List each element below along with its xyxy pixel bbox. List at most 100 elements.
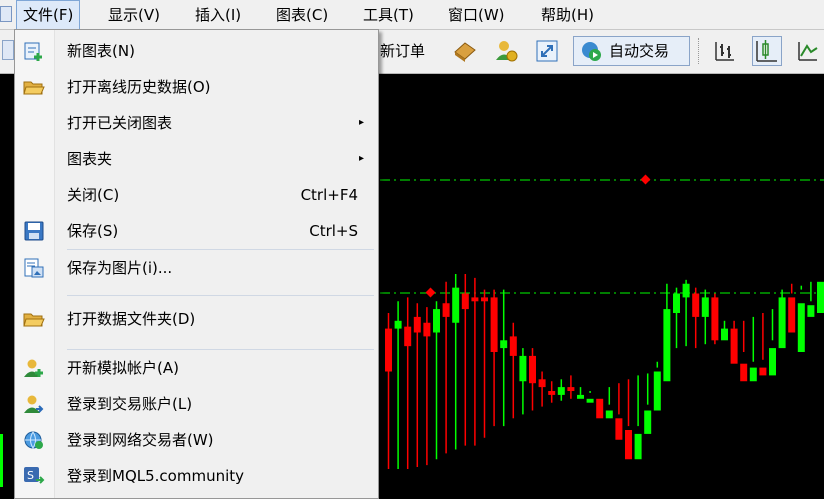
candle-body [557, 387, 565, 395]
candle-body [605, 410, 613, 419]
auto-trading-label: 自动交易 [609, 42, 670, 60]
candle-body [788, 297, 796, 333]
candle-body [749, 367, 757, 382]
candle-body [404, 326, 412, 347]
menu-item-open-data-folder[interactable]: 打开数据文件夹(D) [15, 301, 378, 337]
candle-body [433, 309, 440, 333]
metaeditor-icon[interactable] [452, 38, 478, 64]
candle-body [653, 371, 661, 411]
menu-item-label: 关闭(C) [67, 186, 120, 204]
candle-body [682, 283, 690, 298]
candle-body [538, 379, 546, 388]
menu-item-login-trade-account[interactable]: 登录到交易账户(L) [15, 386, 378, 422]
candle-body [692, 293, 700, 317]
menu-file[interactable]: 文件(F) [16, 0, 81, 30]
candle-body [797, 303, 805, 352]
menu-item-open-closed-charts[interactable]: 打开已关闭图表 ▸ [15, 105, 378, 141]
menu-item-close[interactable]: 关闭(C) Ctrl+F4 [15, 177, 378, 213]
menu-help[interactable]: 帮助(H) [541, 0, 594, 30]
menu-insert[interactable]: 插入(I) [195, 0, 241, 30]
candle-body [634, 433, 642, 460]
candle-body [625, 430, 632, 460]
candle-body [509, 336, 517, 356]
candle-body [596, 398, 604, 419]
candle-body [490, 297, 498, 352]
mql5-icon: S [24, 467, 45, 484]
candle-body [740, 363, 748, 382]
menu-item-save-as-picture[interactable]: 保存为图片(i)... [15, 250, 378, 286]
menu-item-label: 保存为图片(i)... [67, 259, 173, 277]
menu-item-label: 登录到交易账户(L) [67, 395, 193, 413]
users-gear-icon[interactable] [493, 38, 519, 64]
candle-body [461, 293, 469, 310]
candle-body [567, 387, 575, 391]
candle-body [730, 328, 738, 364]
candle-body [413, 316, 421, 333]
menu-bar: 文件(F) 显示(V) 插入(I) 图表(C) 工具(T) 窗口(W) 帮助(H… [0, 0, 824, 30]
candle-body [577, 394, 584, 399]
fullscreen-icon[interactable] [535, 39, 559, 63]
menu-item-profiles[interactable]: 图表夹 ▸ [15, 141, 378, 177]
auto-trading-button[interactable]: 自动交易 [573, 36, 690, 66]
app-window-icon[interactable] [0, 6, 12, 22]
candle-body [442, 303, 450, 317]
candle-body [644, 410, 652, 434]
menu-item-save[interactable]: 保存(S) Ctrl+S [15, 213, 378, 249]
candle-body [663, 309, 671, 382]
candle-body [471, 297, 479, 302]
menu-tools[interactable]: 工具(T) [363, 0, 414, 30]
candle-body [721, 328, 728, 341]
candle-body [769, 348, 776, 376]
menu-item-new-chart[interactable]: 新图表(N) [15, 33, 378, 69]
add-user-icon [24, 359, 43, 377]
menu-item-label: 保存(S) [67, 222, 119, 240]
candle-body [394, 320, 402, 329]
menu-item-open-demo-account[interactable]: 开新模拟帐户(A) [15, 350, 378, 386]
new-chart-button[interactable] [2, 40, 14, 60]
candle-body [481, 297, 488, 302]
menu-view[interactable]: 显示(V) [108, 0, 160, 30]
menu-item-login-web-trader[interactable]: 登录到网络交易者(W) [15, 422, 378, 458]
line-chart-icon[interactable] [795, 38, 821, 64]
bar-chart-icon[interactable] [712, 38, 738, 64]
menu-window[interactable]: 窗口(W) [448, 0, 505, 30]
candle-body [452, 287, 460, 323]
new-chart-icon [24, 42, 42, 61]
web-login-icon [24, 431, 43, 449]
candle-body [759, 367, 767, 376]
candle-body [778, 297, 786, 349]
menu-item-label: 图表夹 [67, 150, 113, 168]
menu-item-label: 打开离线历史数据(O) [67, 78, 211, 96]
login-user-icon [24, 395, 44, 413]
new-order-button[interactable]: 新订单 [380, 40, 425, 62]
floppy-disk-icon [24, 221, 44, 241]
file-dropdown-menu: 新图表(N) 打开离线历史数据(O) 打开已关闭图表 ▸ 图表夹 ▸ 关闭(C)… [14, 29, 379, 499]
candle-body [701, 297, 709, 317]
folder-icon [23, 313, 45, 327]
candle-body [807, 305, 815, 317]
menu-item-shortcut: Ctrl+S [309, 222, 358, 240]
submenu-arrow-icon: ▸ [358, 117, 364, 128]
level-marker[interactable] [425, 287, 436, 298]
candle-body [615, 418, 623, 440]
menu-item-label: 打开已关闭图表 [67, 114, 173, 132]
menu-item-login-mql5[interactable]: S 登录到MQL5.community [15, 458, 378, 494]
folder-open-icon [23, 81, 45, 95]
candle-body [529, 355, 536, 384]
menu-item-label: 打开数据文件夹(D) [67, 310, 196, 328]
menu-item-label: 登录到网络交易者(W) [67, 431, 214, 449]
candle-body [385, 328, 392, 372]
level-marker[interactable] [640, 174, 651, 185]
menu-item-label: 开新模拟帐户(A) [67, 359, 179, 377]
candle-body [500, 340, 508, 349]
menu-item-label: 新图表(N) [67, 42, 135, 60]
candlestick-chart-icon[interactable] [752, 36, 782, 66]
candle-body [423, 322, 431, 337]
menu-charts[interactable]: 图表(C) [276, 0, 328, 30]
candle-body [586, 398, 594, 403]
auto-trading-icon [582, 42, 601, 61]
menu-item-shortcut: Ctrl+F4 [300, 186, 358, 204]
candle-body [817, 281, 824, 313]
candle-body [519, 355, 527, 382]
menu-item-open-offline[interactable]: 打开离线历史数据(O) [15, 69, 378, 105]
